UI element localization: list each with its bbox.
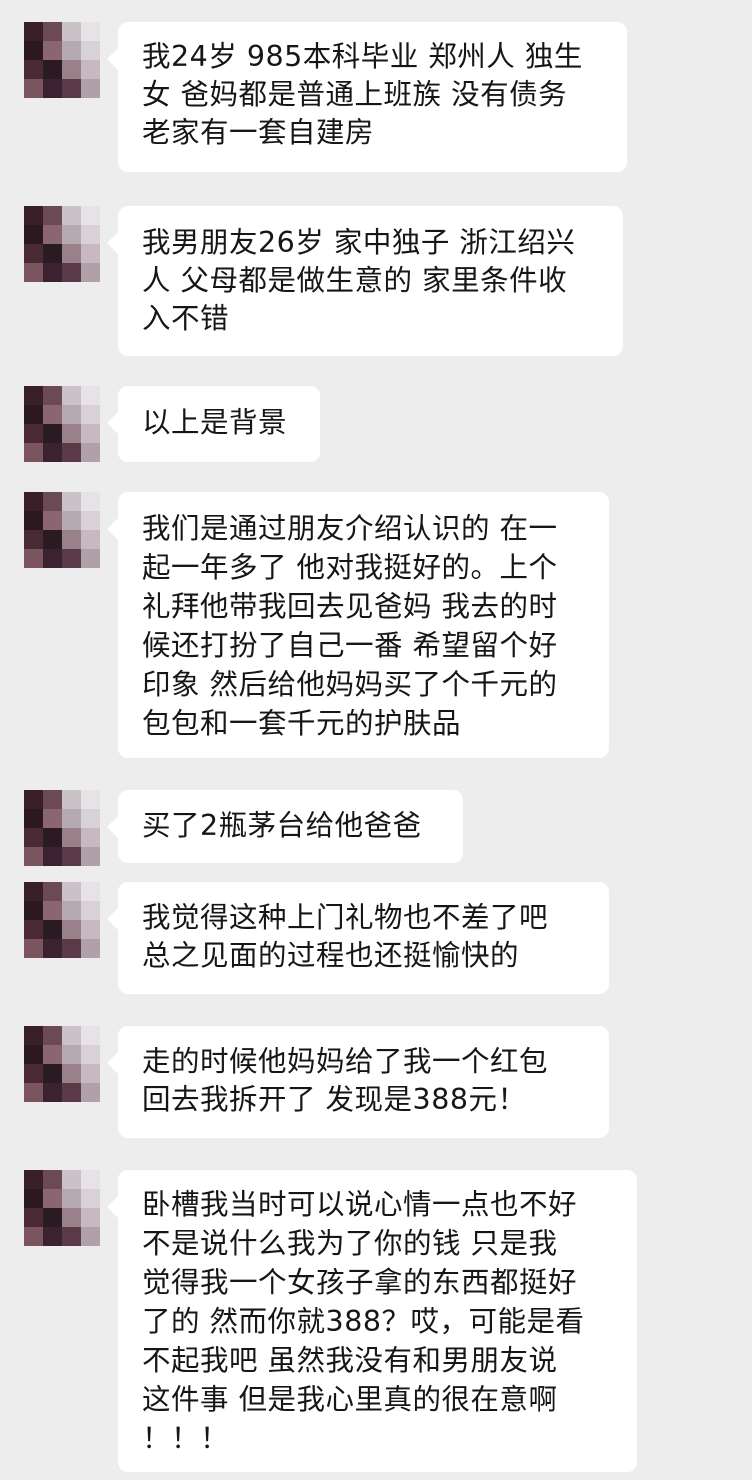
message-bubble[interactable]: 我24岁 985本科毕业 郑州人 独生 女 爸妈都是普通上班族 没有债务 老家有… xyxy=(107,22,627,172)
message-text-line: 觉得我一个女孩子拿的东西都挺好 xyxy=(142,1266,578,1299)
pixelated-avatar-icon[interactable] xyxy=(24,1170,100,1246)
message-text-line: 老家有一套自建房 xyxy=(142,116,375,149)
message-text-line: 人 父母都是做生意的 家里条件收 xyxy=(142,264,568,297)
message-bubble[interactable]: 我男朋友26岁 家中独子 浙江绍兴 人 父母都是做生意的 家里条件收 入不错 xyxy=(107,206,623,356)
message-text-line: 起一年多了 他对我挺好的。上个 xyxy=(142,551,558,584)
message-text-line: 卧槽我当时可以说心情一点也不好 xyxy=(142,1188,578,1221)
message-text-line: 我觉得这种上门礼物也不差了吧 xyxy=(142,901,549,934)
pixelated-avatar-icon[interactable] xyxy=(24,790,100,866)
pixelated-avatar-icon[interactable] xyxy=(24,492,100,568)
message-text-line: 回去我拆开了 发现是388元！ xyxy=(142,1083,527,1116)
message-text-line: 我男朋友26岁 家中独子 浙江绍兴 xyxy=(142,226,576,259)
message-text-line: 礼拜他带我回去见爸妈 我去的时 xyxy=(142,590,558,623)
message-text-line: 女 爸妈都是普通上班族 没有债务 xyxy=(142,78,568,111)
message-text-line: 候还打扮了自己一番 希望留个好 xyxy=(142,629,558,662)
message-bubble[interactable]: 我们是通过朋友介绍认识的 在一 起一年多了 他对我挺好的。上个 礼拜他带我回去见… xyxy=(107,492,609,758)
message-bubble[interactable]: 以上是背景 xyxy=(107,386,320,462)
message-text-line: 总之见面的过程也还挺愉快的 xyxy=(142,939,520,972)
message-bubble[interactable]: 买了2瓶茅台给他爸爸 xyxy=(107,790,463,863)
message-text-line: 以上是背景 xyxy=(142,406,288,439)
message-text-line: 不是说什么我为了你的钱 只是我 xyxy=(142,1227,558,1260)
message-text-line: 不起我吧 虽然我没有和男朋友说 xyxy=(142,1344,558,1377)
message-text-line: ！！！ xyxy=(142,1422,230,1455)
pixelated-avatar-icon[interactable] xyxy=(24,22,100,98)
pixelated-avatar-icon[interactable] xyxy=(24,882,100,958)
message-text-line: 这件事 但是我心里真的很在意啊 xyxy=(142,1383,558,1416)
message-text-line: 买了2瓶茅台给他爸爸 xyxy=(142,809,422,842)
message-bubble[interactable]: 走的时候他妈妈给了我一个红包 回去我拆开了 发现是388元！ xyxy=(107,1026,609,1138)
message-text-line: 我24岁 985本科毕业 郑州人 独生 xyxy=(142,40,583,73)
pixelated-avatar-icon[interactable] xyxy=(24,1026,100,1102)
message-bubble[interactable]: 卧槽我当时可以说心情一点也不好 不是说什么我为了你的钱 只是我 觉得我一个女孩子… xyxy=(107,1170,637,1472)
message-text-line: 了的 然而你就388？哎，可能是看 xyxy=(142,1305,585,1338)
message-text-line: 我们是通过朋友介绍认识的 在一 xyxy=(142,512,558,545)
message-text-line: 入不错 xyxy=(142,302,230,335)
message-text-line: 包包和一套千元的护肤品 xyxy=(142,707,462,740)
pixelated-avatar-icon[interactable] xyxy=(24,386,100,462)
pixelated-avatar-icon[interactable] xyxy=(24,206,100,282)
message-text-line: 走的时候他妈妈给了我一个红包 xyxy=(142,1045,549,1078)
message-text-line: 印象 然后给他妈妈买了个千元的 xyxy=(142,668,558,701)
message-bubble[interactable]: 我觉得这种上门礼物也不差了吧 总之见面的过程也还挺愉快的 xyxy=(107,882,609,994)
